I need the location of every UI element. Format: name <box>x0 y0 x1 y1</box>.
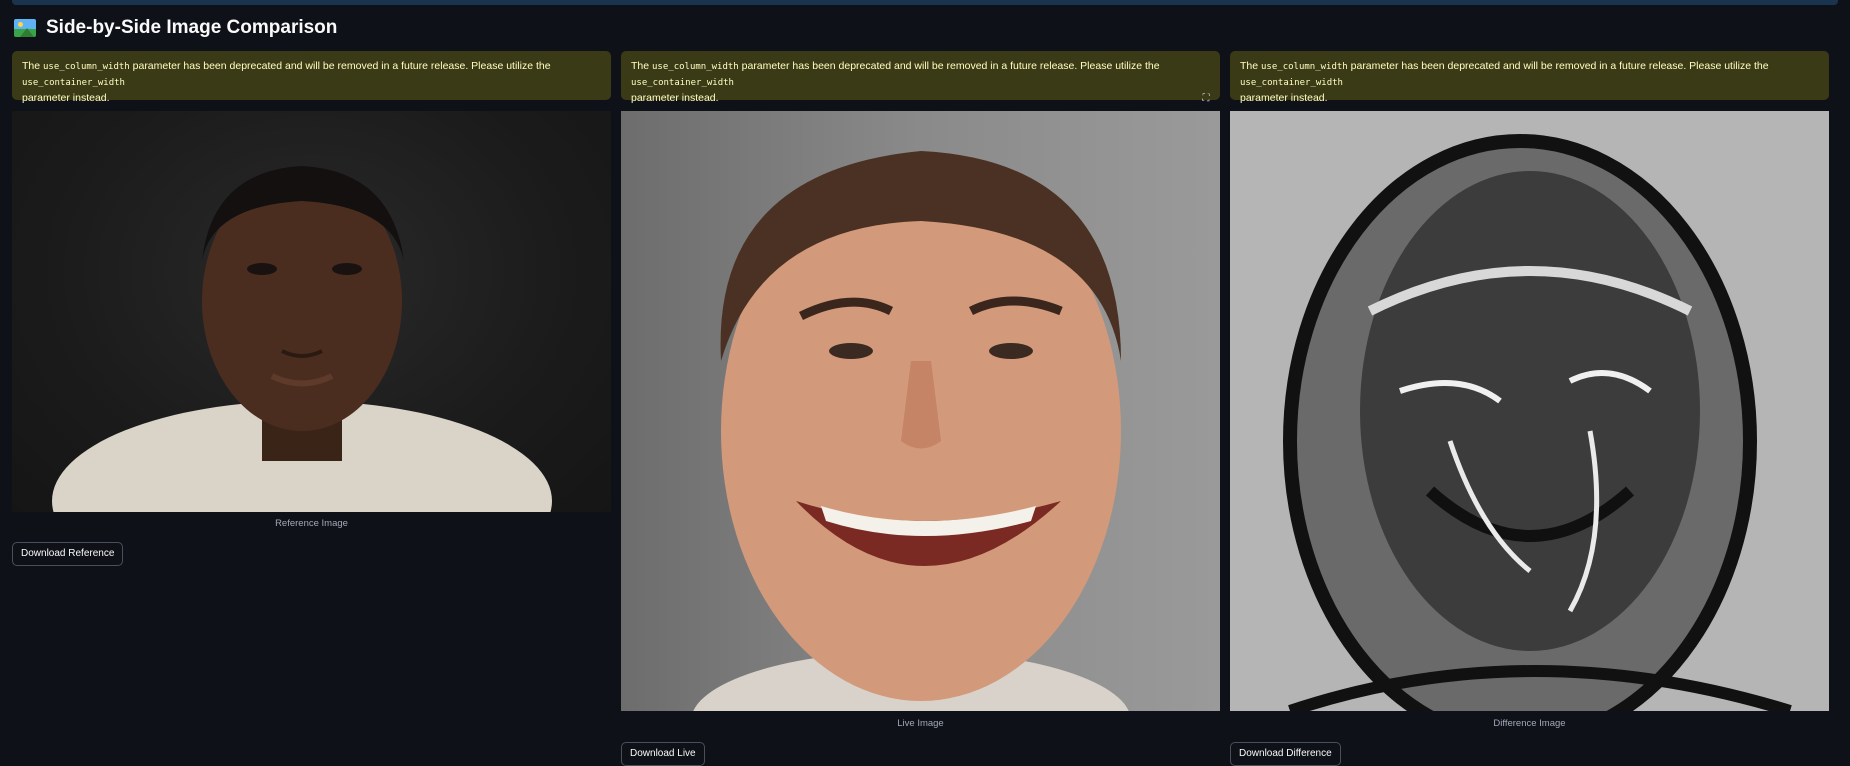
download-live-button[interactable]: Download Live <box>621 742 705 766</box>
image-caption: Live Image <box>897 718 944 729</box>
difference-image <box>1230 111 1829 711</box>
download-difference-button[interactable]: Download Difference <box>1230 742 1341 766</box>
column-reference: The use_column_width parameter has been … <box>12 51 611 571</box>
page-title: Side-by-Side Image Comparison <box>46 17 338 38</box>
column-live: The use_column_width parameter has been … <box>621 51 1220 766</box>
top-decoration-bar <box>12 0 1838 5</box>
reference-image <box>12 111 611 512</box>
deprecation-warning: The use_column_width parameter has been … <box>1230 51 1829 104</box>
framed-picture-icon <box>14 19 36 37</box>
deprecation-warning: The use_column_width parameter has been … <box>621 51 1220 104</box>
deprecation-warning: The use_column_width parameter has been … <box>12 51 611 104</box>
download-reference-button[interactable]: Download Reference <box>12 542 124 566</box>
page-header: Side-by-Side Image Comparison <box>14 17 337 39</box>
image-caption: Difference Image <box>1493 718 1566 729</box>
image-caption: Reference Image <box>275 518 348 529</box>
fullscreen-icon[interactable]: ⛶ <box>1200 93 1212 105</box>
column-difference: The use_column_width parameter has been … <box>1230 51 1829 766</box>
live-image <box>621 111 1220 711</box>
